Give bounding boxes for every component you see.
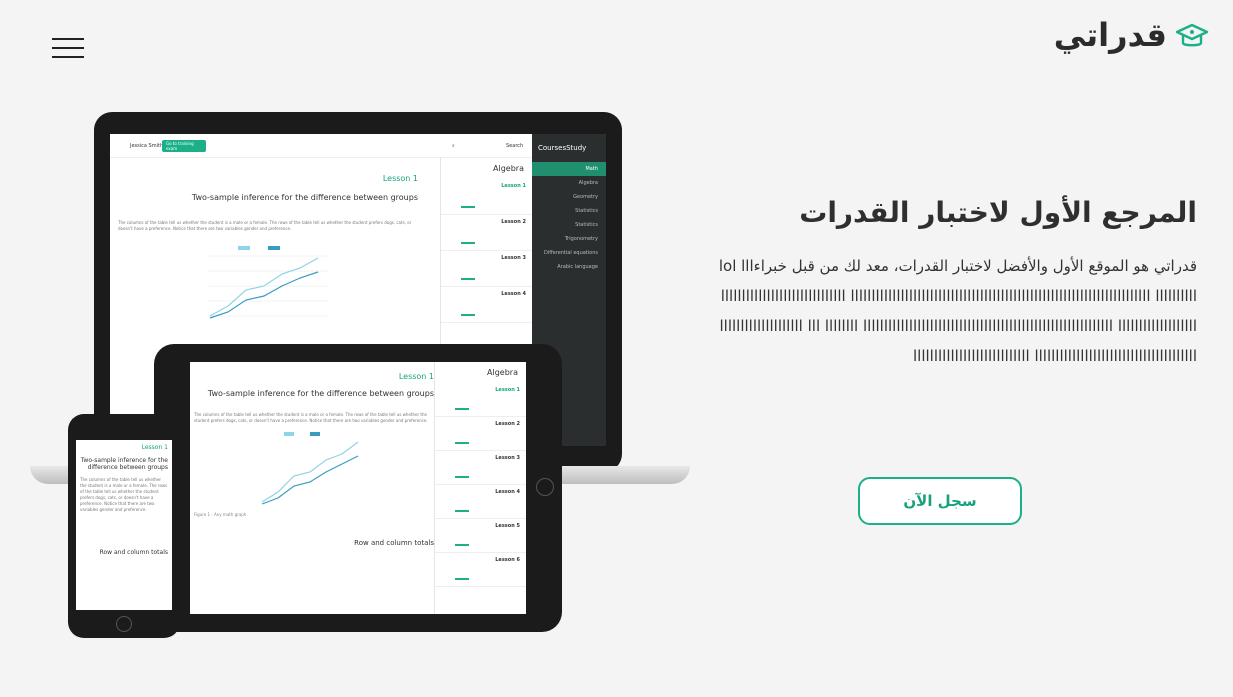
lesson-title: Lesson 1: [382, 174, 418, 183]
lesson-item: Lesson 2: [435, 417, 526, 451]
lesson-item: Lesson 1: [441, 179, 532, 215]
lesson-item: Lesson 3: [435, 451, 526, 485]
mockup-user: Jessica Smith: [130, 143, 164, 149]
lesson-item: Lesson 4: [435, 485, 526, 519]
search-icon: ⌕: [452, 143, 455, 149]
tablet-chart-thumbnail: [261, 432, 359, 505]
phone-heading: Two-sample inference for the difference …: [80, 457, 168, 471]
mockup-sidebar-item: Statistics: [575, 222, 598, 228]
logo-text: قدراتي: [1053, 16, 1167, 54]
lesson-item: Lesson 2: [441, 215, 532, 251]
tablet-paragraph: The columns of the table tell us whether…: [194, 412, 428, 423]
mockup-content: Lesson 1 Two-sample inference for the di…: [118, 174, 418, 330]
mockup-sidebar-item: Geometry: [573, 194, 598, 200]
phone-mockup: Lesson 1 Two-sample inference for the di…: [68, 414, 180, 638]
mockup-sidebar-item: Statistics: [575, 208, 598, 214]
phone-lesson-title: Lesson 1: [141, 444, 168, 451]
tablet-lesson-title: Lesson 1: [398, 372, 434, 381]
mockup-search: Search: [506, 143, 524, 149]
lesson-item: Lesson 3: [441, 251, 532, 287]
mockup-sidebar-item: Trigonometry: [564, 236, 598, 242]
mockup-sidebar-item: Algebra: [578, 180, 598, 186]
mockup-brand: CoursesStudy: [538, 144, 587, 152]
logo[interactable]: قدراتي: [1054, 16, 1209, 54]
hamburger-menu-icon[interactable]: [52, 38, 84, 66]
lesson-item: Lesson 4: [441, 287, 532, 323]
phone-section2: Row and column totals: [99, 549, 168, 556]
tablet-lesson-list: Algebra Lesson 1 Lesson 2 Lesson 3 Lesso…: [434, 362, 526, 614]
header: قدراتي: [0, 0, 1233, 90]
phone-paragraph: The columns of the table tell us whether…: [80, 477, 168, 512]
hero-title: المرجع الأول لاختبار القدرات: [799, 196, 1197, 229]
graduation-cap-icon: [1175, 23, 1209, 47]
hero-text: المرجع الأول لاختبار القدرات قدراتي هو ا…: [717, 196, 1197, 371]
tablet-heading: Two-sample inference for the difference …: [207, 389, 434, 398]
tablet-screen: Algebra Lesson 1 Lesson 2 Lesson 3 Lesso…: [190, 362, 526, 614]
lesson-item: Lesson 5: [435, 519, 526, 553]
content-paragraph: The columns of the table tell us whether…: [118, 220, 412, 231]
tablet-content: Lesson 1 Two-sample inference for the di…: [194, 372, 434, 547]
hero-description: قدراتي هو الموقع الأول والأفضل لاختبار ا…: [718, 257, 1197, 365]
lesson-item: Lesson 6: [435, 553, 526, 587]
tablet-subject: Algebra: [487, 368, 518, 377]
line-chart-thumbnail: [208, 246, 328, 319]
subject-title: Algebra: [493, 164, 524, 173]
tablet-section2: Row and column totals: [354, 539, 434, 547]
lesson-item: Lesson 1: [435, 383, 526, 417]
phone-screen: Lesson 1 Two-sample inference for the di…: [76, 440, 172, 610]
mockup-topbar: Jessica Smith Go to training exam ⌕ Sear…: [110, 134, 532, 158]
go-exam-button: Go to training exam: [162, 140, 206, 152]
content-heading: Two-sample inference for the difference …: [191, 193, 418, 202]
mockup-sidebar-item: Differential equations: [543, 250, 598, 256]
phone-home-button: [116, 616, 132, 632]
tablet-mockup: Algebra Lesson 1 Lesson 2 Lesson 3 Lesso…: [154, 344, 562, 632]
tablet-figure-caption: Figure 1 - Any math graph: [194, 512, 247, 517]
tablet-home-button: [536, 478, 554, 496]
register-now-button[interactable]: سجل الآن: [858, 477, 1022, 525]
mockup-sidebar-item: Math: [532, 162, 606, 176]
mockup-sidebar-item: Arabic language: [557, 264, 598, 270]
